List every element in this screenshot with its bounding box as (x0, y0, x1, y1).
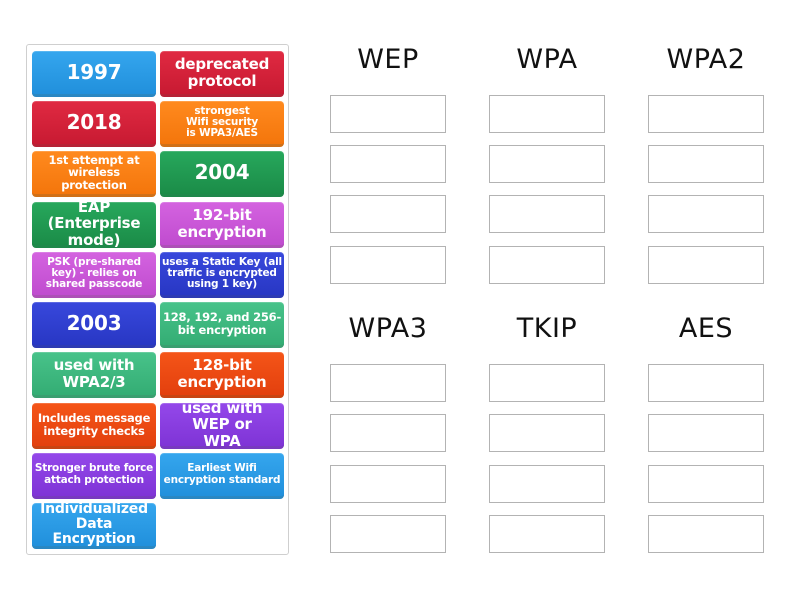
card-label: 1st attempt at wireless protection (48, 152, 140, 192)
draggable-card[interactable]: strongest Wifi security is WPA3/AES (160, 101, 284, 147)
drop-slot-tkip[interactable] (489, 414, 605, 452)
card-label: Includes message integrity checks (37, 411, 151, 438)
drop-slot-wpa2[interactable] (648, 95, 764, 133)
drop-slot-tkip[interactable] (489, 465, 605, 503)
draggable-card[interactable]: EAP (Enterprise mode) (32, 198, 156, 249)
card-label: deprecated protocol (174, 55, 270, 90)
drop-slot-wpa3[interactable] (330, 465, 446, 503)
card-label: strongest Wifi security is WPA3/AES (185, 104, 259, 140)
draggable-card[interactable]: PSK (pre-shared key) - relies on shared … (32, 252, 156, 298)
draggable-card[interactable]: Includes message integrity checks (32, 403, 156, 449)
drop-slot-wpa[interactable] (489, 246, 605, 284)
draggable-card[interactable]: 2003 (32, 302, 156, 348)
drop-slot-wpa[interactable] (489, 95, 605, 133)
draggable-card[interactable]: 2004 (160, 151, 284, 197)
card-label: PSK (pre-shared key) - relies on shared … (45, 255, 143, 291)
draggable-card[interactable]: 1st attempt at wireless protection (32, 151, 156, 197)
card-label: used with WPA2/3 (53, 356, 135, 391)
card-label: 2004 (194, 159, 250, 184)
drop-slot-wep[interactable] (330, 145, 446, 183)
draggable-card[interactable]: Earliest Wifi encryption standard (160, 453, 284, 499)
drop-slot-aes[interactable] (648, 515, 764, 553)
drop-slot-aes[interactable] (648, 414, 764, 452)
drop-slot-wpa3[interactable] (330, 364, 446, 402)
card-label: 1997 (66, 59, 122, 84)
draggable-card[interactable]: used with WPA2/3 (32, 352, 156, 398)
draggable-card[interactable]: 1997 (32, 51, 156, 97)
draggable-card[interactable]: 128-bit encryption (160, 352, 284, 398)
card-label: used with WEP or WPA (181, 399, 263, 450)
draggable-card[interactable]: 2018 (32, 101, 156, 147)
draggable-card[interactable]: Individualized Data Encryption (32, 500, 156, 549)
drop-slot-wpa3[interactable] (330, 515, 446, 553)
card-label: uses a Static Key (all traffic is encryp… (162, 255, 282, 291)
drop-slot-wep[interactable] (330, 246, 446, 284)
drop-slot-wpa3[interactable] (330, 414, 446, 452)
drop-slot-tkip[interactable] (489, 364, 605, 402)
category-heading-wep: WEP (357, 44, 419, 75)
draggable-card[interactable]: 192-bit encryption (160, 202, 284, 248)
card-label: 2003 (66, 310, 122, 335)
category-heading-wpa2: WPA2 (666, 44, 746, 75)
card-label: 128-bit encryption (177, 356, 267, 391)
card-label: 2018 (66, 109, 122, 134)
draggable-card[interactable]: 128, 192, and 256-bit encryption (160, 302, 284, 348)
category-heading-aes: AES (678, 313, 734, 344)
drop-slot-aes[interactable] (648, 364, 764, 402)
card-label: 128, 192, and 256-bit encryption (162, 310, 282, 337)
drop-slot-wpa2[interactable] (648, 195, 764, 233)
category-heading-wpa3: WPA3 (348, 313, 428, 344)
drop-slot-wep[interactable] (330, 195, 446, 233)
drop-slot-wpa2[interactable] (648, 145, 764, 183)
drop-slot-wpa2[interactable] (648, 246, 764, 284)
category-heading-wpa: WPA (516, 44, 578, 75)
group-sort-activity: 1997 deprecated protocol 2018 strongest … (0, 0, 800, 600)
card-label: 192-bit encryption (177, 206, 267, 241)
category-heading-tkip: TKIP (516, 313, 578, 344)
drop-slot-tkip[interactable] (489, 515, 605, 553)
drop-slot-wpa[interactable] (489, 145, 605, 183)
draggable-card[interactable]: used with WEP or WPA (160, 399, 284, 450)
draggable-card[interactable]: Stronger brute force attach protection (32, 453, 156, 499)
drop-slot-wep[interactable] (330, 95, 446, 133)
card-label: Individualized Data Encryption (40, 500, 148, 548)
drop-slot-aes[interactable] (648, 465, 764, 503)
drop-slot-wpa[interactable] (489, 195, 605, 233)
draggable-card[interactable]: uses a Static Key (all traffic is encryp… (160, 252, 284, 298)
card-label: Stronger brute force attach protection (34, 462, 154, 486)
draggable-card[interactable]: deprecated protocol (160, 51, 284, 97)
card-label: EAP (Enterprise mode) (47, 198, 141, 249)
card-label: Earliest Wifi encryption standard (163, 462, 281, 486)
